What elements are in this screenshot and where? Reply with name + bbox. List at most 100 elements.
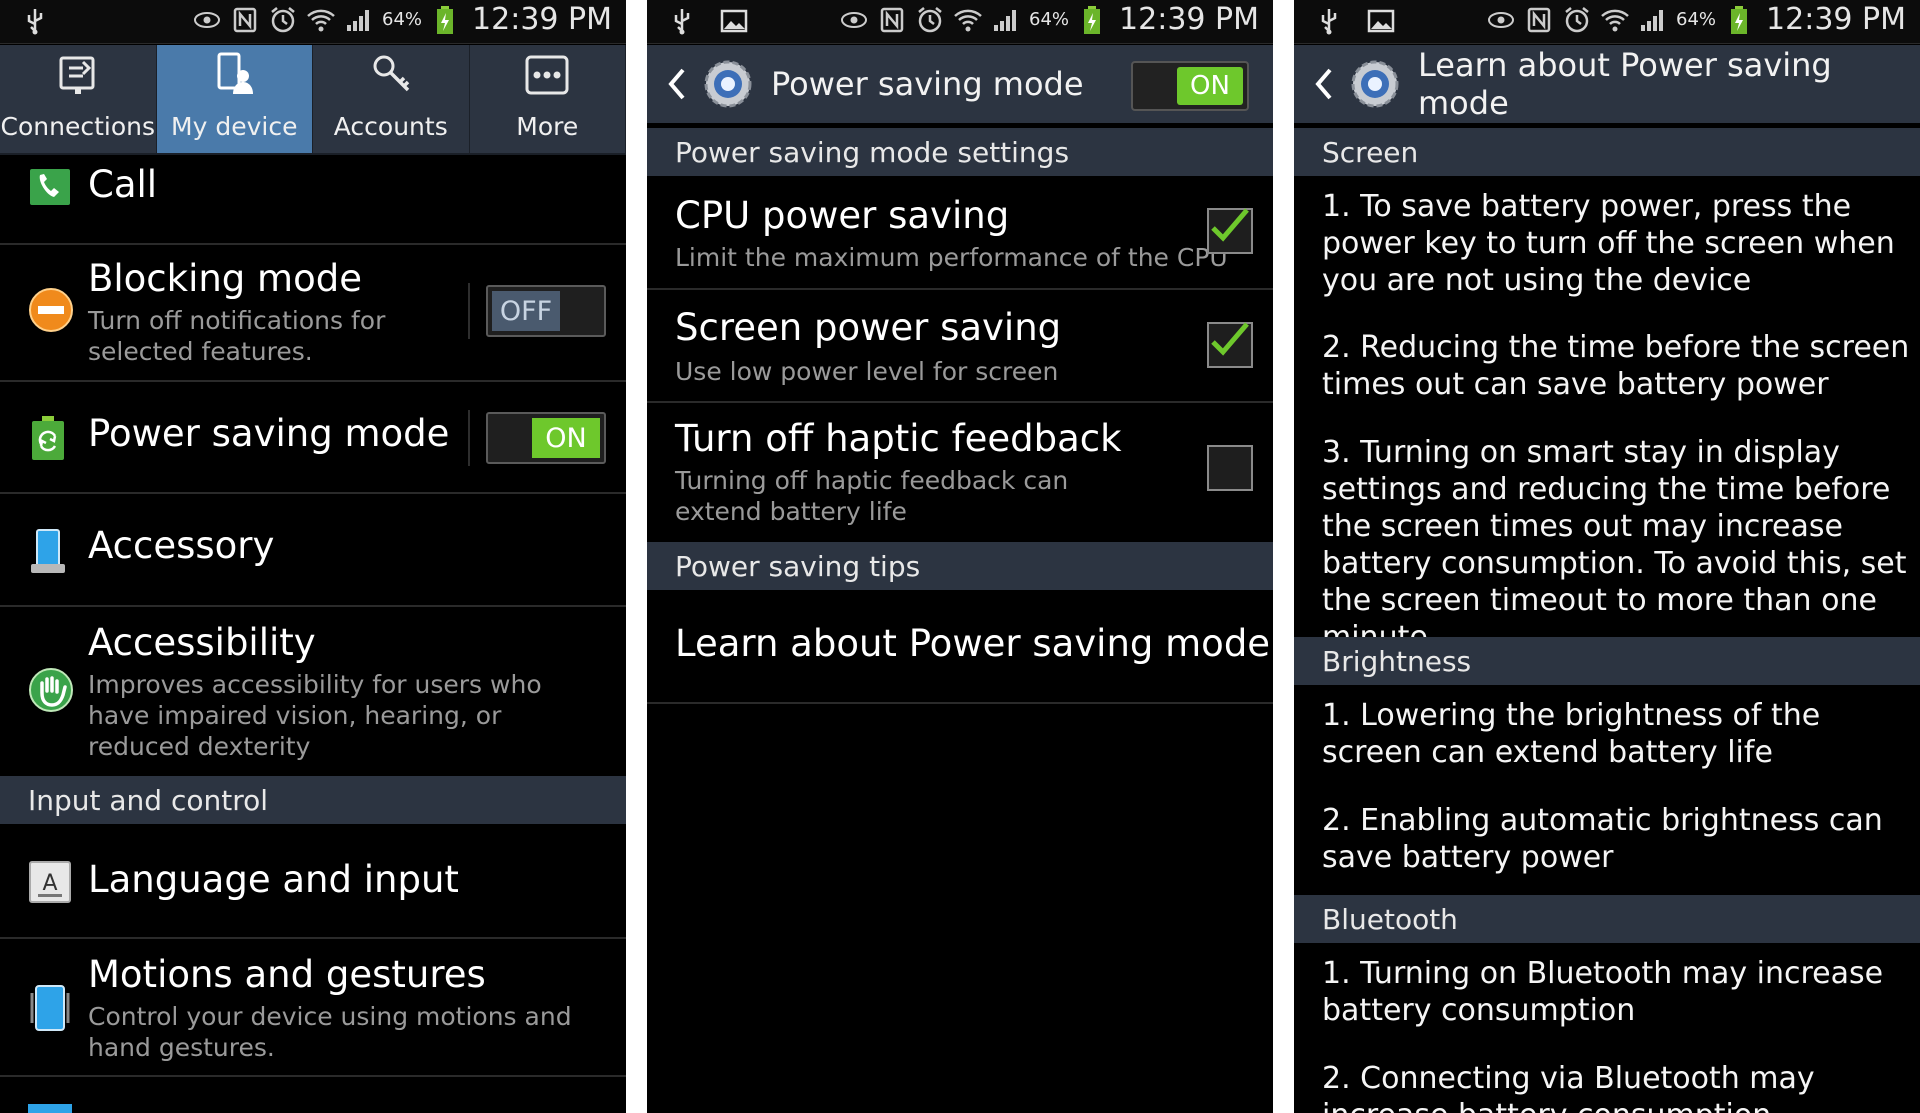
blocking-icon <box>28 287 74 337</box>
setting-call[interactable]: Call <box>0 155 626 245</box>
motions-icon <box>28 983 72 1039</box>
setting-title: Motions and gestures <box>88 953 486 996</box>
setting-accessory[interactable]: Accessory <box>0 494 626 607</box>
blocking-mode-toggle[interactable]: OFF <box>486 285 606 337</box>
cpu-power-saving-checkbox[interactable] <box>1207 208 1253 254</box>
section-header: Input and control <box>0 776 626 824</box>
usb-icon <box>1314 6 1344 36</box>
battery-percent: 64% <box>1029 9 1070 30</box>
setting-description: Control your device using motions and ha… <box>88 1002 572 1062</box>
setting-accessibility[interactable]: Accessibility Improves accessibility for… <box>0 607 626 775</box>
toggle-label: ON <box>532 418 600 458</box>
smart-stay-icon <box>839 5 869 35</box>
page-title: Learn about Power saving mode <box>1418 46 1832 122</box>
tip-text: 2. Reducing the time before the screen t… <box>1322 330 1910 402</box>
wifi-icon <box>306 5 336 35</box>
tip-text: 1. Lowering the brightness of the screen… <box>1322 698 1821 770</box>
back-chevron-icon[interactable] <box>1310 64 1336 104</box>
setting-description: Limit the maximum performance of the CPU <box>675 243 1228 272</box>
divider <box>468 283 470 339</box>
status-bar: 64% 12:39 PM <box>0 0 626 44</box>
battery-percent: 64% <box>382 9 423 30</box>
toggle-label: OFF <box>492 291 560 331</box>
language-icon: A <box>28 860 72 908</box>
setting-description: Improves accessibility for users who hav… <box>88 670 542 761</box>
power-saving-master-switch[interactable]: ON <box>1131 61 1249 111</box>
action-bar: Learn about Power saving mode <box>1294 45 1920 123</box>
section-header: Bluetooth <box>1294 895 1920 943</box>
setting-title: Call <box>88 163 158 206</box>
setting-description: Turn off notifications for selected feat… <box>88 306 386 366</box>
wifi-icon <box>1600 5 1630 35</box>
section-header: Power saving mode settings <box>647 128 1273 176</box>
setting-power-saving-mode[interactable]: Power saving mode ON <box>0 382 626 494</box>
alarm-icon <box>1562 5 1592 35</box>
learn-power-saving-link[interactable]: Learn about Power saving mode <box>647 590 1273 704</box>
battery-charging-icon <box>1724 5 1754 35</box>
page-title: Power saving mode <box>771 65 1084 103</box>
tip-text: 2. Enabling automatic brightness can sav… <box>1322 803 1883 875</box>
alarm-icon <box>268 5 298 35</box>
haptic-feedback-checkbox[interactable] <box>1207 445 1253 491</box>
accessory-icon <box>28 526 68 580</box>
back-chevron-icon[interactable] <box>663 64 689 104</box>
image-icon <box>719 6 749 36</box>
signal-icon <box>344 5 374 35</box>
setting-title: Power saving mode <box>88 412 450 455</box>
next-item-icon-partial <box>28 1104 72 1113</box>
setting-title: Screen power saving <box>675 306 1062 349</box>
switch-label: ON <box>1177 67 1243 105</box>
clock: 12:39 PM <box>1766 2 1906 37</box>
setting-screen-power-saving[interactable]: Screen power saving Use low power level … <box>647 290 1273 403</box>
key-icon <box>368 52 414 102</box>
setting-title: Blocking mode <box>88 257 362 300</box>
setting-haptic-feedback[interactable]: Turn off haptic feedback Turning off hap… <box>647 403 1273 541</box>
tab-label: My device <box>171 112 298 141</box>
accessibility-hand-icon <box>28 667 74 717</box>
setting-motions-gestures[interactable]: Motions and gestures Control your device… <box>0 939 626 1077</box>
recycle-battery-icon <box>28 414 68 466</box>
tab-accounts[interactable]: Accounts <box>313 45 470 153</box>
screen-power-saving-checkbox[interactable] <box>1207 322 1253 368</box>
setting-title: Accessory <box>88 524 275 567</box>
nfc-icon <box>877 5 907 35</box>
tab-my-device[interactable]: My device <box>156 45 313 153</box>
tip-text: 3. Turning on smart stay in display sett… <box>1322 435 1907 655</box>
learn-panel: 64% 12:39 PM Learn about Power saving mo… <box>1294 0 1920 1113</box>
battery-charging-icon <box>1077 5 1107 35</box>
image-icon <box>1366 6 1396 36</box>
wifi-icon <box>953 5 983 35</box>
setting-blocking-mode[interactable]: Blocking mode Turn off notifications for… <box>0 245 626 382</box>
tab-label: Connections <box>0 112 155 141</box>
setting-description: Use low power level for screen <box>675 357 1059 386</box>
settings-tabbar: Connections My device Accounts More <box>0 45 626 155</box>
status-bar: 64% 12:39 PM <box>647 0 1273 44</box>
section-header: Brightness <box>1294 637 1920 685</box>
tip-text: 1. Turning on Bluetooth may increase bat… <box>1322 956 1884 1028</box>
setting-cpu-power-saving[interactable]: CPU power saving Limit the maximum perfo… <box>647 176 1273 290</box>
tab-label: More <box>516 112 579 141</box>
setting-description: Turning off haptic feedback can extend b… <box>675 466 1069 526</box>
divider <box>468 410 470 466</box>
setting-language-input[interactable]: A Language and input <box>0 824 626 939</box>
setting-title: Learn about Power saving mode <box>675 622 1271 665</box>
nfc-icon <box>230 5 260 35</box>
tab-connections[interactable]: Connections <box>0 45 157 153</box>
section-header: Screen <box>1294 128 1920 176</box>
battery-charging-icon <box>430 5 460 35</box>
signal-icon <box>1638 5 1668 35</box>
section-header: Power saving tips <box>647 542 1273 590</box>
power-saving-panel: 64% 12:39 PM Power saving mode ON Power … <box>647 0 1273 1113</box>
usb-icon <box>20 6 50 36</box>
phone-icon <box>28 167 72 211</box>
setting-title: Turn off haptic feedback <box>675 417 1122 460</box>
tip-text: 2. Connecting via Bluetooth may increase… <box>1322 1061 1815 1113</box>
usb-icon <box>667 6 697 36</box>
my-device-icon <box>211 52 257 102</box>
tab-more[interactable]: More <box>470 45 626 153</box>
tab-label: Accounts <box>333 112 448 141</box>
setting-title: Language and input <box>88 858 459 901</box>
clock: 12:39 PM <box>472 2 612 37</box>
battery-percent: 64% <box>1676 9 1717 30</box>
power-saving-toggle[interactable]: ON <box>486 412 606 464</box>
